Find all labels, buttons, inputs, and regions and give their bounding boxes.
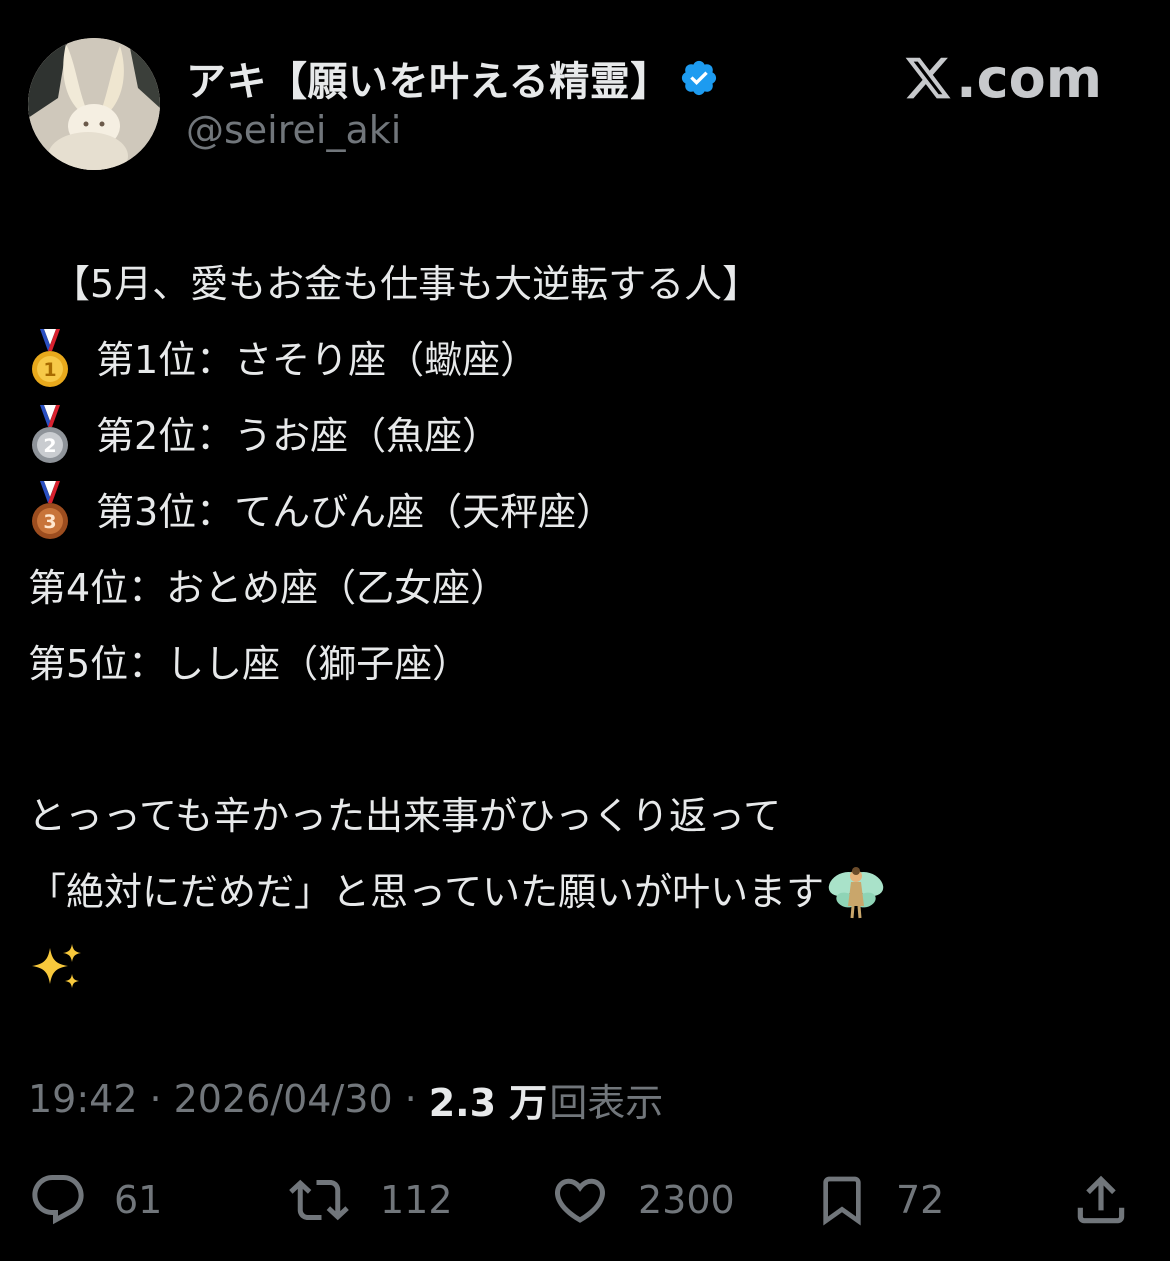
gold-medal-icon: 1 [32,329,68,387]
svg-text:1: 1 [43,359,56,381]
tweet-title: 【5月、愛もお金も仕事も大逆転する人】 [52,262,761,306]
share-button[interactable] [1070,1160,1132,1240]
bronze-medal-icon: 3 [32,481,68,539]
reply-count: 61 [114,1178,163,1222]
svg-text:2: 2 [43,435,56,457]
fairy-avatar-icon [28,38,160,170]
ranking-text-1: 第1位：さそり座（蠍座） [96,338,539,382]
paragraph-line-1: とっっても辛かった出来事がひっくり返って [28,778,1138,854]
reply-icon [32,1175,84,1225]
bookmark-button[interactable]: 72 [814,1160,944,1240]
display-name-text: アキ【願いを叶える精霊】 [186,59,671,105]
avatar[interactable] [28,38,160,170]
ranking-text-2: 第2位：うお座（魚座） [96,414,501,458]
ranking-text-3: 第3位：てんびん座（天秤座） [96,490,615,534]
fairy-emoji-icon [828,867,884,919]
ranking-line-5: 第5位：しし座（獅子座） [28,626,1138,702]
ranking-line-2: 2 第2位：うお座（魚座） [28,398,1138,474]
svg-text:3: 3 [43,511,56,533]
ranking-text-4: 第4位：おとめ座（乙女座） [28,566,509,610]
tweet-date[interactable]: 2026/04/30 [174,1077,393,1121]
verified-badge-icon [681,60,716,96]
paragraph-text-2: 「絶対にだめだ」と思っていた願いが叶います [28,870,825,914]
meta-separator: · [149,1077,162,1121]
sparkles-emoji-icon [32,944,81,988]
tweet-text: 【5月、愛もお金も仕事も大逆転する人】 1 第1位：さそり座（蠍座） 2 第2位… [28,246,1138,1006]
bookmark-count: 72 [896,1178,945,1222]
tweet-time[interactable]: 19:42 [28,1077,138,1121]
ranking-line-4: 第4位：おとめ座（乙女座） [28,550,1138,626]
user-handle[interactable]: @seirei_aki [186,108,401,152]
views-count[interactable]: 2.3 万 [429,1072,548,1127]
paragraph-line-2: 「絶対にだめだ」と思っていた願いが叶います [28,854,1138,930]
paragraph-text-1: とっっても辛かった出来事がひっくり返って [28,794,782,838]
paragraph-line-3 [28,930,1138,1006]
ranking-text-5: 第5位：しし座（獅子座） [28,642,471,686]
repost-count: 112 [380,1178,453,1222]
display-name[interactable]: アキ【願いを叶える精霊】 [186,50,719,106]
views-label: 回表示 [549,1080,664,1125]
ranking-line-1: 1 第1位：さそり座（蠍座） [28,322,1138,398]
ranking-line-3: 3 第3位：てんびん座（天秤座） [28,474,1138,550]
silver-medal-icon: 2 [32,405,68,463]
brand-domain: .com [956,46,1102,110]
like-button[interactable]: 2300 [548,1160,735,1240]
share-icon [1077,1175,1125,1224]
brand-watermark: .com [902,46,1102,110]
reply-button[interactable]: 61 [28,1160,162,1240]
bookmark-icon [823,1176,861,1226]
meta-separator: · [404,1077,417,1121]
like-count: 2300 [638,1178,735,1222]
repost-icon [289,1179,349,1221]
heart-icon [554,1178,606,1223]
repost-button[interactable]: 112 [284,1160,453,1240]
x-logo-icon [905,57,951,99]
tweet-meta: 19:42 · 2026/04/30 · 2.3 万 回表示 [28,1072,663,1126]
action-bar: 61 112 2300 72 [0,1160,1170,1240]
